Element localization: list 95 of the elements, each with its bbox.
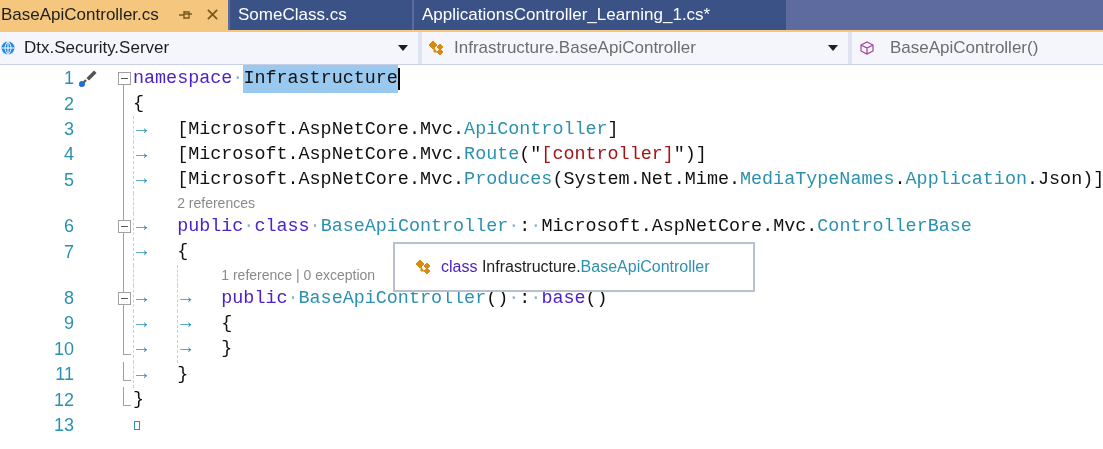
code-token: . — [894, 168, 906, 193]
code-token: class — [254, 214, 310, 239]
line-number: 1 — [64, 67, 74, 91]
file-tab[interactable]: ApplicationsController_Learning_1.cs* — [414, 0, 786, 30]
tab-marker: → — [179, 313, 192, 334]
tab-marker: → — [135, 313, 148, 334]
line-number: 12 — [53, 388, 74, 412]
code-token: ")] — [673, 143, 707, 168]
globe-icon — [0, 40, 16, 56]
code-token: ControllerBase — [817, 214, 972, 239]
dropdown-label: Dtx.Security.Server — [24, 37, 170, 60]
code-token: ] — [607, 117, 619, 142]
whitespace-dot: · — [287, 286, 299, 311]
screwdriver-icon[interactable] — [77, 68, 97, 89]
class-icon — [415, 259, 433, 275]
code-token: { — [177, 240, 189, 265]
line-number: 4 — [64, 143, 74, 167]
line-number: 8 — [64, 286, 74, 310]
code-token: } — [177, 362, 189, 387]
code-token: { — [221, 312, 233, 336]
code-token: public — [177, 214, 244, 239]
code-token: public — [221, 286, 288, 311]
tooltip-text: class Infrastructure.BaseApiController — [441, 257, 710, 277]
dropdown-label: Infrastructure.BaseApiController — [454, 37, 696, 60]
line-number: 2 — [64, 92, 74, 116]
code-token: [Microsoft.AspNetCore.Mvc. — [177, 117, 465, 142]
file-tab[interactable]: SomeClass.cs — [230, 0, 412, 30]
tab-marker: → — [135, 338, 148, 360]
tab-marker: → — [179, 287, 192, 309]
code-token: : — [519, 286, 531, 311]
code-token: } — [221, 337, 233, 362]
tab-label: SomeClass.cs — [238, 4, 347, 27]
navigation-dropdown[interactable]: Dtx.Security.Server — [0, 32, 418, 64]
dropdown-caret-icon — [398, 45, 408, 51]
code-token: .Json)] — [1027, 168, 1103, 193]
fold-toggle[interactable] — [117, 291, 131, 305]
code-token: (" — [519, 143, 542, 168]
navigation-dropdown[interactable]: Infrastructure.BaseApiController — [422, 32, 848, 64]
code-token: Route — [464, 143, 520, 168]
line-number: 7 — [64, 240, 74, 264]
code-token: Application — [905, 168, 1027, 193]
code-token: namespace — [133, 66, 233, 91]
code-token: [Microsoft.AspNetCore.Mvc. — [177, 143, 465, 168]
tab-marker: → — [135, 144, 148, 166]
whitespace-dot: · — [508, 214, 520, 239]
line-number: 5 — [64, 168, 74, 192]
code-token: BaseApiController — [320, 214, 509, 239]
code-token: MediaTypeNames — [740, 168, 895, 193]
cube-icon — [860, 41, 874, 55]
close-button[interactable]: ✕ — [205, 6, 220, 24]
line-number: 9 — [64, 312, 74, 336]
code-lens[interactable]: 2 references — [177, 196, 255, 211]
whitespace-dot: · — [309, 214, 321, 239]
code-token: Microsoft.AspNetCore.Mvc. — [541, 214, 818, 239]
tab-marker: → — [135, 169, 148, 191]
navigation-dropdown[interactable]: BaseApiController() — [852, 32, 1103, 64]
code-lens[interactable]: 1 reference | 0 exception — [221, 268, 376, 283]
whitespace-dot: · — [243, 214, 255, 239]
tab-marker: → — [135, 287, 148, 309]
tab-marker: → — [135, 363, 148, 385]
line-number: 3 — [64, 118, 74, 141]
code-token: : — [519, 214, 531, 239]
end-of-file-marker — [134, 420, 140, 430]
whitespace-dot: · — [508, 286, 520, 311]
file-tab[interactable]: BaseApiController.cs ✕ — [0, 0, 228, 30]
code-token: { — [133, 92, 145, 117]
code-token: Infrastructure — [243, 64, 398, 93]
text-cursor — [397, 67, 400, 90]
whitespace-dot: · — [530, 214, 542, 239]
line-number: 11 — [55, 363, 74, 387]
code-token: } — [133, 388, 145, 413]
code-token: [controller] — [541, 143, 674, 168]
code-token: (System.Net.Mime. — [552, 168, 740, 193]
code-token: [Microsoft.AspNetCore.Mvc. — [177, 168, 465, 193]
pin-icon[interactable] — [179, 9, 193, 21]
tab-marker: → — [135, 215, 148, 237]
whitespace-dot: · — [232, 66, 244, 91]
code-token: base — [541, 286, 586, 311]
code-token: Produces — [464, 168, 553, 193]
code-token: BaseApiController — [298, 286, 487, 311]
fold-toggle[interactable] — [117, 72, 131, 86]
line-number: 6 — [64, 215, 74, 239]
line-number: 10 — [53, 337, 74, 361]
dropdown-label: BaseApiController() — [890, 37, 1039, 60]
tab-marker: → — [135, 118, 148, 140]
tab-marker: → — [135, 241, 148, 263]
fold-toggle[interactable] — [117, 220, 131, 234]
whitespace-dot: · — [530, 286, 542, 311]
code-token: ApiController — [464, 117, 608, 142]
tab-marker: → — [179, 338, 192, 360]
line-number: 13 — [53, 413, 74, 437]
dropdown-caret-icon — [828, 45, 838, 51]
tab-label: BaseApiController.cs — [1, 4, 159, 27]
tab-label: ApplicationsController_Learning_1.cs* — [422, 4, 711, 27]
class-icon — [428, 40, 446, 56]
